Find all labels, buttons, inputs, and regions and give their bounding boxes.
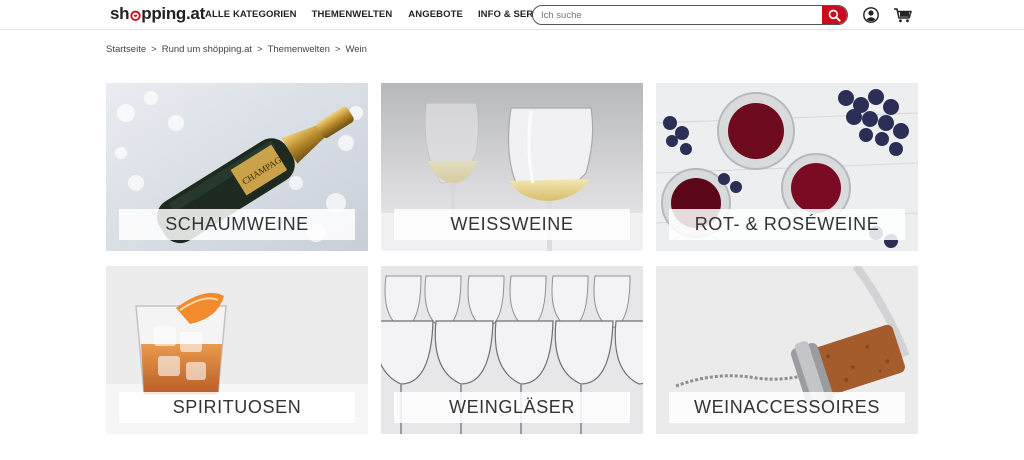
breadcrumb-startseite[interactable]: Startseite — [106, 44, 146, 55]
breadcrumb-separator: > — [334, 44, 341, 55]
breadcrumb-separator: > — [257, 44, 263, 55]
category-label: WEISSWEINE — [394, 209, 630, 240]
category-tile-schaumweine[interactable]: CHAMPAGNE SCHAUMWEINE — [106, 83, 368, 251]
category-tile-spirituosen[interactable]: SPIRITUOSEN — [106, 266, 368, 434]
search-box — [532, 5, 848, 25]
site-header: sh pping.at ALLE KATEGORIEN THEMENWELTEN… — [0, 0, 1024, 30]
category-label: WEINGLÄSER — [394, 392, 630, 423]
category-label: SPIRITUOSEN — [119, 392, 355, 423]
nav-all-categories[interactable]: ALLE KATEGORIEN — [205, 9, 297, 20]
breadcrumb: Startseite > Rund um shöpping.at > Theme… — [106, 44, 367, 55]
breadcrumb-themenwelten[interactable]: Themenwelten — [268, 44, 330, 55]
breadcrumb-separator: > — [151, 44, 157, 55]
search-button[interactable] — [822, 6, 847, 24]
nav-angebote[interactable]: ANGEBOTE — [408, 9, 463, 20]
search-input[interactable] — [533, 6, 823, 24]
logo-text-start: sh — [110, 4, 130, 23]
logo-text-end: pping.at — [141, 4, 205, 23]
category-label: ROT- & ROSÉWEINE — [669, 209, 905, 240]
breadcrumb-rund-um[interactable]: Rund um shöpping.at — [162, 44, 252, 55]
breadcrumb-current: Wein — [345, 44, 367, 55]
cart-icon[interactable] — [893, 7, 913, 23]
nav-themenwelten[interactable]: THEMENWELTEN — [312, 9, 393, 20]
user-icon[interactable] — [863, 7, 879, 23]
heart-o-icon — [130, 10, 141, 21]
category-tile-weissweine[interactable]: WEISSWEINE — [381, 83, 643, 251]
main-nav: ALLE KATEGORIEN THEMENWELTEN ANGEBOTE IN… — [205, 9, 556, 20]
site-logo[interactable]: sh pping.at — [110, 4, 205, 24]
category-tile-weinaccessoires[interactable]: WEINACCESSOIRES — [656, 266, 918, 434]
category-label: SCHAUMWEINE — [119, 209, 355, 240]
category-tile-weinglaeser[interactable]: WEINGLÄSER — [381, 266, 643, 434]
search-icon — [828, 9, 841, 22]
category-tile-rot-roseweine[interactable]: ROT- & ROSÉWEINE — [656, 83, 918, 251]
category-label: WEINACCESSOIRES — [669, 392, 905, 423]
